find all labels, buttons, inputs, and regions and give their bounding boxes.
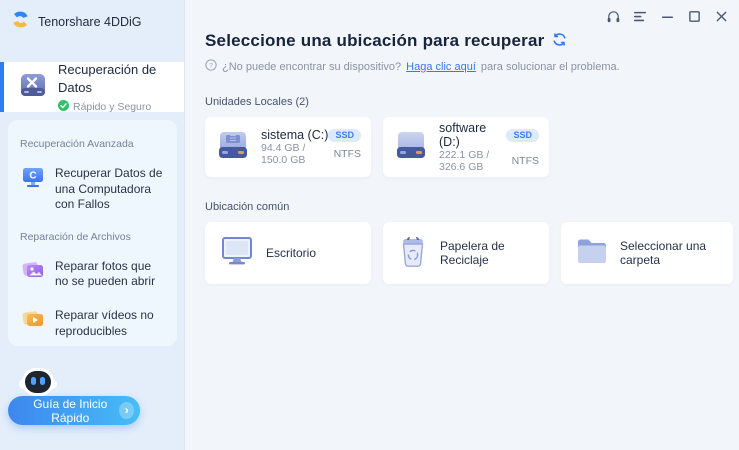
question-circle-icon: ? xyxy=(205,59,217,74)
chevron-right-icon: › xyxy=(119,402,134,419)
maximize-icon[interactable] xyxy=(686,8,702,24)
sidebar-item-label: Reparar vídeos no reproducibles xyxy=(55,307,154,338)
sidebar-item-data-recovery[interactable]: Recuperación de Datos Rápido y Seguro xyxy=(0,61,184,114)
crashed-computer-icon: C xyxy=(20,164,46,195)
video-repair-icon xyxy=(20,306,46,337)
drive-card-d[interactable]: software (D:) SSD 222.1 GB / 326.6 GB NT… xyxy=(383,117,549,177)
logo-icon xyxy=(10,9,31,35)
section-label-advanced-recovery: Recuperación Avanzada xyxy=(20,138,134,150)
sidebar-item-label: Recuperación de Datos xyxy=(58,61,157,95)
device-help-text: ? ¿No puede encontrar su dispositivo? Ha… xyxy=(205,59,739,74)
ssd-badge: SSD xyxy=(328,128,361,142)
recycle-bin-icon xyxy=(397,234,429,273)
drive-tools-icon xyxy=(18,70,48,105)
ssd-badge: SSD xyxy=(506,128,539,142)
help-link[interactable]: Haga clic aquí xyxy=(406,61,476,73)
app-title: Tenorshare 4DDiG xyxy=(38,14,142,29)
drive-name: software (D:) xyxy=(439,121,487,149)
check-badge-icon xyxy=(58,99,69,114)
local-drives-label: Unidades Locales (2) xyxy=(205,96,309,108)
sidebar-item-crashed-computer[interactable]: C Recuperar Datos de una Computadora con… xyxy=(18,160,167,225)
help-text-suffix: para solucionar el problema. xyxy=(480,60,620,73)
sidebar-item-sublabel: Rápido y Seguro xyxy=(73,100,152,113)
drive-name: sistema (C:) xyxy=(261,128,329,142)
sidebar-item-label: Recuperar Datos de una Computadora con F… xyxy=(55,166,163,212)
drive-card-c[interactable]: sistema (C:) SSD 94.4 GB / 150.0 GB NTFS xyxy=(205,117,371,177)
help-text-prefix: ¿No puede encontrar su dispositivo? xyxy=(222,60,402,73)
location-card-desktop[interactable]: Escritorio xyxy=(205,222,371,284)
close-icon[interactable] xyxy=(713,8,729,24)
sidebar-item-label: Reparar fotos que no se pueden abrir xyxy=(55,258,156,289)
drive-filesystem: NTFS xyxy=(333,148,361,160)
drive-cards-row: sistema (C:) SSD 94.4 GB / 150.0 GB NTFS xyxy=(205,117,739,177)
page-title: Seleccione una ubicación para recuperar xyxy=(205,31,545,50)
menu-icon[interactable] xyxy=(632,8,648,24)
assistant-robot-icon[interactable] xyxy=(16,362,60,402)
location-label: Escritorio xyxy=(266,246,317,260)
main-content: Seleccione una ubicación para recuperar … xyxy=(185,0,739,450)
window-controls xyxy=(605,8,729,24)
drive-capacity: 94.4 GB / 150.0 GB xyxy=(261,142,306,166)
app-logo: Tenorshare 4DDiG xyxy=(0,0,184,34)
support-headset-icon[interactable] xyxy=(605,8,621,24)
common-locations-label: Ubicación común xyxy=(205,201,290,213)
location-card-recycle-bin[interactable]: Papelera de Reciclaje xyxy=(383,222,549,284)
svg-text:C: C xyxy=(29,171,36,182)
refresh-icon[interactable] xyxy=(552,32,567,52)
sidebar: Tenorshare 4DDiG Recuperación de Datos R… xyxy=(0,0,185,450)
sidebar-panel: Recuperación Avanzada C Recuperar Datos … xyxy=(8,120,177,346)
location-label: Papelera de Reciclaje xyxy=(440,239,505,267)
folder-icon xyxy=(575,236,609,271)
sidebar-item-video-repair[interactable]: Reparar vídeos no reproducibles xyxy=(18,302,167,351)
hard-drive-icon xyxy=(393,129,429,166)
sidebar-item-photo-repair[interactable]: Reparar fotos que no se pueden abrir xyxy=(18,253,167,302)
svg-text:?: ? xyxy=(209,63,213,70)
photo-repair-icon xyxy=(20,257,46,288)
desktop-icon xyxy=(219,234,255,273)
section-label-file-repair: Reparación de Archivos xyxy=(20,230,131,243)
location-cards-row: Escritorio Papelera de Reciclaje Selecci… xyxy=(205,222,739,284)
app-window: Tenorshare 4DDiG Recuperación de Datos R… xyxy=(0,0,739,450)
location-card-select-folder[interactable]: Seleccionar una carpeta xyxy=(561,222,733,284)
hard-drive-icon xyxy=(215,129,251,166)
drive-filesystem: NTFS xyxy=(511,155,539,167)
minimize-icon[interactable] xyxy=(659,8,675,24)
drive-capacity: 222.1 GB / 326.6 GB xyxy=(439,149,490,173)
location-label: Seleccionar una carpeta xyxy=(620,239,707,267)
